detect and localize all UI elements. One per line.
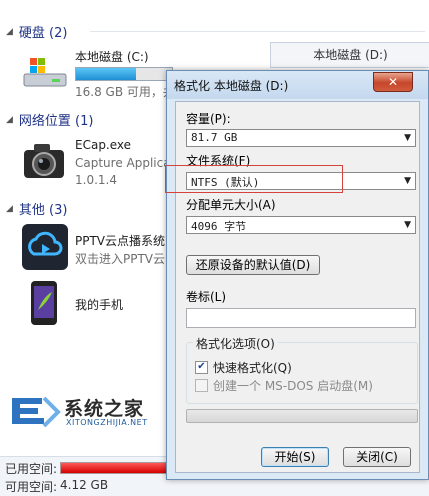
capacity-select[interactable]: 81.7 GB ▼ [186, 129, 416, 147]
pptv-name: PPTV云点播系统 [75, 234, 166, 248]
collapse-triangle-icon[interactable]: ◢ [6, 204, 13, 214]
dropdown-arrow-icon[interactable]: ▼ [404, 176, 411, 186]
restore-defaults-button[interactable]: 还原设备的默认值(D) [186, 255, 320, 275]
dialog-titlebar[interactable]: 格式化 本地磁盘 (D:) ✕ [167, 71, 428, 99]
ecap-desc: Capture Applica [75, 156, 171, 170]
alloc-unit-value: 4096 字节 [191, 220, 247, 233]
filesystem-highlight-box [165, 165, 343, 193]
group-title: 硬盘 (2) [18, 26, 68, 41]
checkbox-checked-icon[interactable]: ✔ [195, 361, 208, 374]
drive-c-usage-bar [75, 67, 173, 81]
volume-label-input[interactable] [186, 308, 416, 328]
hard-drive-icon [23, 58, 67, 87]
volume-label-label: 卷标(L) [186, 290, 227, 304]
group-title: 其他 (3) [18, 203, 68, 218]
checkbox-unchecked-icon[interactable] [195, 379, 208, 392]
drive-c-item[interactable]: 本地磁盘 (C:) 16.8 GB 可用，共 [22, 46, 175, 99]
collapse-triangle-icon[interactable]: ◢ [6, 115, 13, 125]
pptv-cloud-icon [22, 224, 68, 270]
free-space-value: 4.12 GB [60, 478, 109, 492]
drive-c-name: 本地磁盘 (C:) [75, 50, 149, 64]
used-space-label: 已用空间: [5, 462, 58, 476]
capacity-label: 容量(P): [186, 112, 231, 126]
format-dialog: 格式化 本地磁盘 (D:) ✕ 容量(P): 81.7 GB ▼ 文件系统(F)… [166, 70, 429, 480]
ecap-version: 1.0.1.4 [75, 173, 117, 187]
group-header-hdd[interactable]: ◢ 硬盘 (2) [6, 22, 67, 41]
quick-format-checkbox[interactable]: ✔ 快速格式化(Q) [195, 359, 292, 376]
quick-format-label: 快速格式化(Q) [213, 361, 292, 375]
dialog-client: 容量(P): 81.7 GB ▼ 文件系统(F) NTFS (默认) ▼ 分配单… [175, 101, 420, 473]
free-space-label: 可用空间: [5, 480, 58, 494]
close-icon[interactable]: ✕ [373, 72, 413, 92]
ecap-name: ECap.exe [75, 138, 132, 152]
drive-c-detail: 16.8 GB 可用，共 [75, 85, 175, 99]
drive-d-name: 本地磁盘 (D:) [313, 48, 388, 62]
alloc-unit-label: 分配单元大小(A) [186, 198, 276, 212]
phone-name: 我的手机 [75, 298, 124, 312]
close-button[interactable]: 关闭(C) [343, 447, 411, 467]
collapse-triangle-icon[interactable]: ◢ [6, 27, 13, 37]
drive-d-item[interactable]: 本地磁盘 (D:) [270, 42, 429, 68]
site-watermark: 系统之家 XITONGZHIJIA.NET [8, 388, 168, 434]
format-progress-bar [186, 409, 418, 423]
dialog-title: 格式化 本地磁盘 (D:) [174, 79, 289, 93]
dropdown-arrow-icon[interactable]: ▼ [404, 133, 411, 143]
group-divider [90, 31, 425, 32]
ecap-item[interactable]: ECap.exe Capture Applica 1.0.1.4 [22, 136, 172, 190]
dropdown-arrow-icon[interactable]: ▼ [404, 220, 411, 230]
phone-item[interactable]: 我的手机 [22, 280, 172, 330]
group-header-network[interactable]: ◢ 网络位置 (1) [6, 110, 93, 129]
start-button[interactable]: 开始(S) [261, 447, 329, 467]
pptv-item[interactable]: PPTV云点播系统 双击进入PPTV云 [22, 224, 172, 274]
camera-icon [24, 144, 64, 178]
phone-icon [31, 281, 57, 325]
msdos-startup-label: 创建一个 MS-DOS 启动盘(M) [213, 379, 373, 393]
group-header-other[interactable]: ◢ 其他 (3) [6, 199, 67, 218]
msdos-startup-checkbox[interactable]: 创建一个 MS-DOS 启动盘(M) [195, 377, 373, 394]
drive-c-usage-fill [76, 68, 136, 80]
alloc-unit-select[interactable]: 4096 字节 ▼ [186, 216, 416, 234]
pptv-desc: 双击进入PPTV云 [75, 252, 166, 266]
watermark-text-en: XITONGZHIJIA.NET [66, 418, 148, 427]
watermark-text-cn: 系统之家 [64, 398, 145, 420]
format-options-group: 格式化选项(O) ✔ 快速格式化(Q) 创建一个 MS-DOS 启动盘(M) [186, 335, 418, 404]
site-logo-icon [12, 396, 61, 428]
group-title: 网络位置 (1) [18, 114, 94, 129]
format-options-legend: 格式化选项(O) [193, 335, 278, 352]
capacity-value: 81.7 GB [191, 131, 238, 144]
